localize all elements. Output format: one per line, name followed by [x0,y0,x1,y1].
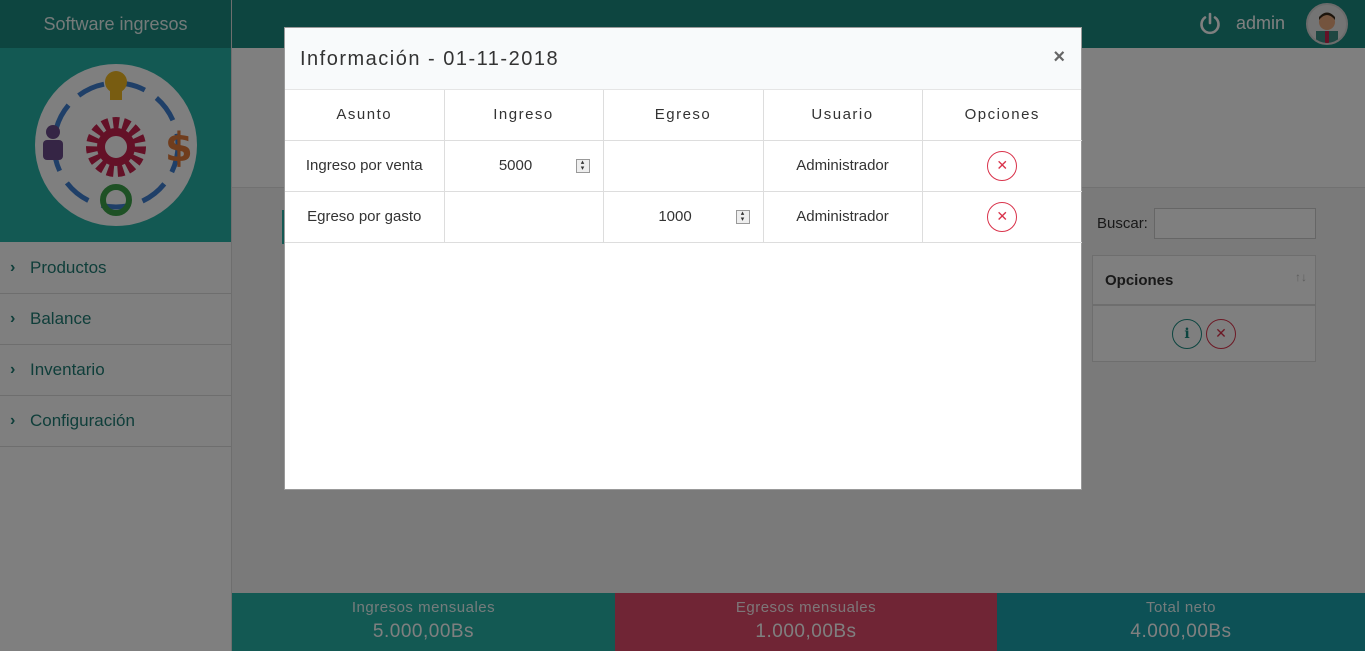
table-header-row: Asunto Ingreso Egreso Usuario Opciones [285,90,1082,141]
delete-button[interactable]: ✕ [987,150,1018,181]
asunto-cell: Egreso por gasto [285,191,445,243]
modal-table: Asunto Ingreso Egreso Usuario Opciones I… [285,90,1082,243]
modal-header: Información - 01-11-2018 × [285,28,1081,90]
column-usuario: Usuario [763,90,923,141]
number-spinner-icon[interactable]: ▴ ▾ [735,209,750,224]
close-icon: ✕ [996,208,1009,224]
column-opciones: Opciones [922,90,1082,141]
opciones-cell: ✕ [922,140,1082,192]
table-row: Egreso por gasto 1000 ▴ ▾ Administrador ✕ [285,191,1082,243]
info-modal: Información - 01-11-2018 × Asunto Ingres… [284,27,1082,490]
column-egreso: Egreso [603,90,764,141]
ingreso-cell [444,191,604,243]
asunto-cell: Ingreso por venta [285,140,445,192]
egreso-input[interactable]: 1000 ▴ ▾ [603,191,764,243]
usuario-cell: Administrador [763,140,923,192]
delete-button[interactable]: ✕ [987,201,1018,232]
opciones-cell: ✕ [922,191,1082,243]
close-icon[interactable]: × [1053,46,1065,69]
table-row: Ingreso por venta 5000 ▴ ▾ Administrador … [285,140,1082,192]
column-ingreso: Ingreso [444,90,604,141]
usuario-cell: Administrador [763,191,923,243]
close-icon: ✕ [996,157,1009,173]
number-spinner-icon[interactable]: ▴ ▾ [575,158,590,173]
column-asunto: Asunto [285,90,445,141]
modal-title: Información - 01-11-2018 [300,48,560,70]
ingreso-input[interactable]: 5000 ▴ ▾ [444,140,604,192]
egreso-cell [603,140,764,192]
